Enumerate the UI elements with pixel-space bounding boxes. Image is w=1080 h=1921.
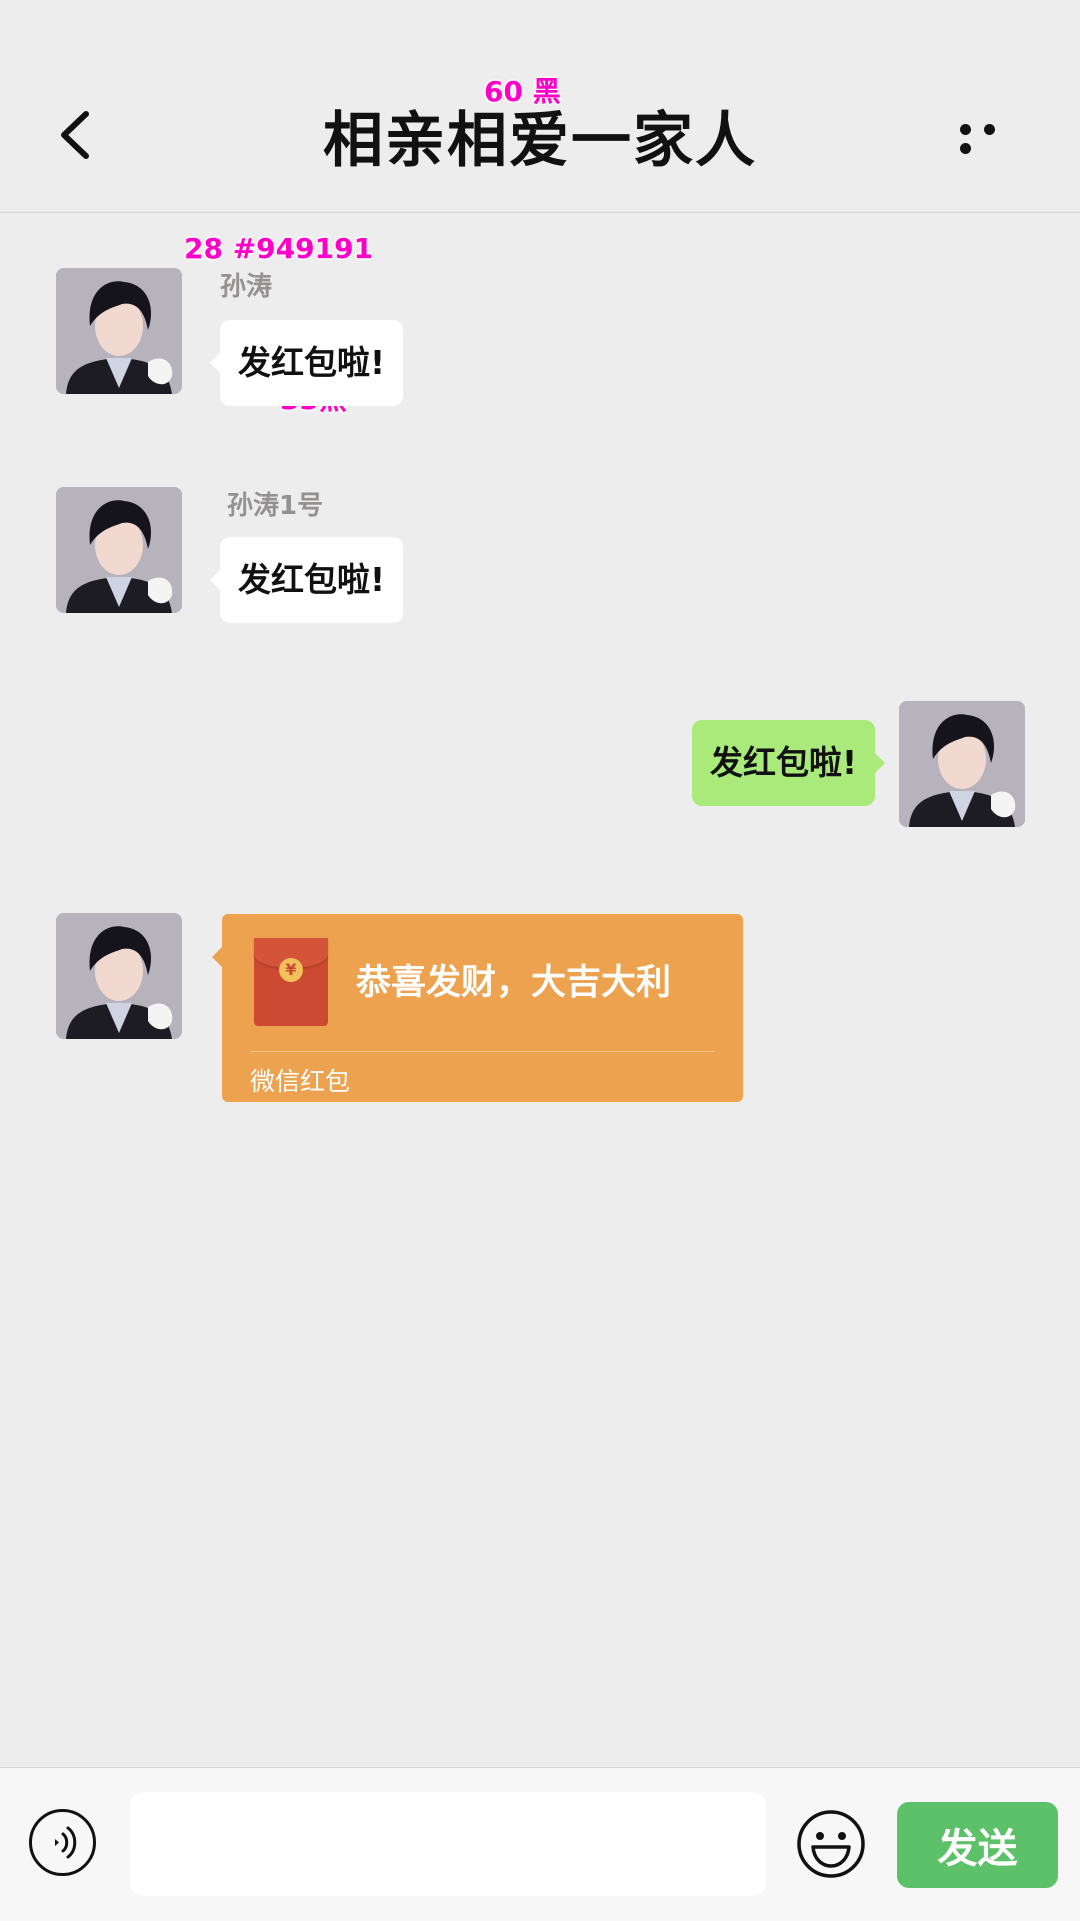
title-spec-annotation: 60 黑 [484,75,561,108]
avatar-image [899,701,1025,827]
red-packet-title: 恭喜发财，大吉大利 [356,963,672,1003]
coin-icon: ¥ [279,958,303,982]
emoji-icon [797,1810,865,1878]
avatar-image [56,268,182,394]
avatar[interactable] [56,487,182,613]
red-packet-label: 微信红包 [250,1067,351,1096]
avatar[interactable] [56,913,182,1039]
my-avatar[interactable] [899,701,1025,827]
send-button[interactable]: 发送 [897,1802,1058,1888]
avatar-image [56,487,182,613]
sender-spec-annotation: 28 #949191 [184,232,374,265]
emoji-button[interactable] [796,1809,866,1879]
input-toolbar: 发送 [0,1767,1080,1921]
red-packet-divider [250,1051,715,1052]
message-input[interactable] [130,1792,766,1896]
message-bubble[interactable]: 发红包啦! [209,320,404,406]
red-envelope-icon: ¥ [254,938,328,1026]
message-bubble[interactable]: 发红包啦! [209,537,404,623]
more-options-button[interactable] [960,120,1030,154]
sender-name: 孙涛 [220,272,273,302]
voice-button[interactable] [29,1809,96,1876]
my-message-bubble[interactable]: 发红包啦! [691,720,886,806]
avatar[interactable] [56,268,182,394]
voice-icon [55,1826,77,1859]
avatar-image [56,913,182,1039]
red-packet-message[interactable]: ¥ 恭喜发财，大吉大利 微信红包 [212,914,743,1102]
sender-name: 孙涛1号 [227,491,324,521]
